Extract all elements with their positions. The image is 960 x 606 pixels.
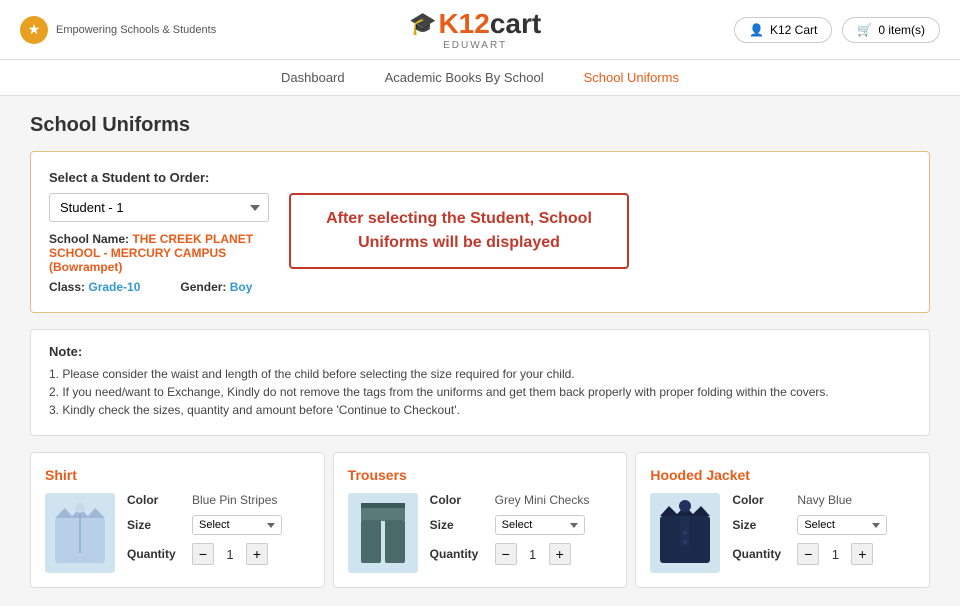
school-info: School Name: THE CREEK PLANET SCHOOL - M… <box>49 232 269 294</box>
logo-k12: K12 <box>438 8 489 39</box>
cart-icon: 🛒 <box>857 23 872 37</box>
jacket-qty-value: 1 <box>825 547 845 562</box>
logo-cart: cart <box>490 8 541 39</box>
cart-button-label: 0 item(s) <box>878 23 925 37</box>
trousers-color-label: Color <box>430 493 485 507</box>
shirt-inner: Color Blue Pin Stripes Size Select SMLXL… <box>45 493 310 573</box>
shirt-qty-plus[interactable]: + <box>246 543 268 565</box>
jacket-size-label: Size <box>732 518 787 532</box>
main-nav: Dashboard Academic Books By School Schoo… <box>0 60 960 96</box>
trousers-image <box>348 493 418 573</box>
school-class-gender-row: Class: Grade-10 Gender: Boy <box>49 280 269 294</box>
select-student-label: Select a Student to Order: <box>49 170 911 185</box>
jacket-qty-plus[interactable]: + <box>851 543 873 565</box>
gender-label: Gender: <box>180 280 226 294</box>
trousers-size-select[interactable]: Select SMLXL <box>495 515 585 535</box>
products-row: Shirt Color Blue Pin Stripes <box>30 452 930 588</box>
trousers-qty-plus[interactable]: + <box>549 543 571 565</box>
gender-value: Boy <box>230 280 253 294</box>
header-logo-area: ★ Empowering Schools & Students <box>20 16 216 44</box>
page-title: School Uniforms <box>30 114 930 137</box>
trousers-color-value: Grey Mini Checks <box>495 493 590 507</box>
shirt-size-row: Size Select SMLXL <box>127 515 310 535</box>
jacket-color-label: Color <box>732 493 787 507</box>
account-button[interactable]: 👤 K12 Cart <box>734 17 832 43</box>
trousers-details: Color Grey Mini Checks Size Select SMLXL… <box>430 493 613 573</box>
jacket-size-row: Size Select SMLXL <box>732 515 915 535</box>
trousers-qty-control: − 1 + <box>495 543 571 565</box>
jacket-qty-row: Quantity − 1 + <box>732 543 915 565</box>
note-item-1: 1. Please consider the waist and length … <box>49 367 911 381</box>
jacket-image <box>650 493 720 573</box>
select-student-card: Select a Student to Order: Student - 1 S… <box>30 151 930 313</box>
logo-text: K12cart <box>438 8 541 40</box>
trousers-color-row: Color Grey Mini Checks <box>430 493 613 507</box>
jacket-color-row: Color Navy Blue <box>732 493 915 507</box>
trousers-qty-row: Quantity − 1 + <box>430 543 613 565</box>
shirt-color-label: Color <box>127 493 182 507</box>
jacket-color-value: Navy Blue <box>797 493 852 507</box>
jacket-size-select[interactable]: Select SMLXL <box>797 515 887 535</box>
shirt-qty-control: − 1 + <box>192 543 268 565</box>
class-label: Class: <box>49 280 85 294</box>
header: ★ Empowering Schools & Students 🎓 K12car… <box>0 0 960 60</box>
shirt-title: Shirt <box>45 467 310 483</box>
shirt-size-label: Size <box>127 518 182 532</box>
product-shirt: Shirt Color Blue Pin Stripes <box>30 452 325 588</box>
nav-school-uniforms[interactable]: School Uniforms <box>584 70 679 85</box>
user-icon: 👤 <box>749 23 764 37</box>
trousers-qty-minus[interactable]: − <box>495 543 517 565</box>
trousers-size-label: Size <box>430 518 485 532</box>
jacket-qty-label: Quantity <box>732 547 787 561</box>
notes-card: Note: 1. Please consider the waist and l… <box>30 329 930 436</box>
page-content: School Uniforms Select a Student to Orde… <box>0 96 960 606</box>
header-center: 🎓 K12cart EDUWART <box>409 8 541 51</box>
shirt-size-select[interactable]: Select SMLXL <box>192 515 282 535</box>
cart-button[interactable]: 🛒 0 item(s) <box>842 17 940 43</box>
logo-sub: EDUWART <box>443 40 507 51</box>
school-name-label: School Name: <box>49 232 129 246</box>
product-trousers: Trousers Color Grey Mini Checks <box>333 452 628 588</box>
jacket-details: Color Navy Blue Size Select SMLXL Quanti… <box>732 493 915 573</box>
note-item-2: 2. If you need/want to Exchange, Kindly … <box>49 385 911 399</box>
school-info-row: School Name: THE CREEK PLANET SCHOOL - M… <box>49 232 269 274</box>
product-jacket: Hooded Jacket Color Navy Blue <box>635 452 930 588</box>
tooltip-box: After selecting the Student, School Unif… <box>289 193 629 269</box>
student-select[interactable]: Student - 1 Student - 2 Student - 3 <box>49 193 269 222</box>
header-right: 👤 K12 Cart 🛒 0 item(s) <box>734 17 940 43</box>
shirt-qty-label: Quantity <box>127 547 182 561</box>
trousers-qty-value: 1 <box>523 547 543 562</box>
trousers-size-row: Size Select SMLXL <box>430 515 613 535</box>
notes-title: Note: <box>49 344 911 359</box>
shirt-qty-minus[interactable]: − <box>192 543 214 565</box>
jacket-title: Hooded Jacket <box>650 467 915 483</box>
trousers-title: Trousers <box>348 467 613 483</box>
trousers-inner: Color Grey Mini Checks Size Select SMLXL… <box>348 493 613 573</box>
shirt-qty-value: 1 <box>220 547 240 562</box>
trousers-qty-label: Quantity <box>430 547 485 561</box>
shirt-color-value: Blue Pin Stripes <box>192 493 277 507</box>
jacket-inner: Color Navy Blue Size Select SMLXL Quanti… <box>650 493 915 573</box>
student-select-wrap: Student - 1 Student - 2 Student - 3 Scho… <box>49 193 269 294</box>
jacket-qty-control: − 1 + <box>797 543 873 565</box>
shirt-color-row: Color Blue Pin Stripes <box>127 493 310 507</box>
student-select-row: Student - 1 Student - 2 Student - 3 Scho… <box>49 193 911 294</box>
shirt-details: Color Blue Pin Stripes Size Select SMLXL… <box>127 493 310 573</box>
shirt-qty-row: Quantity − 1 + <box>127 543 310 565</box>
jacket-qty-minus[interactable]: − <box>797 543 819 565</box>
nav-dashboard[interactable]: Dashboard <box>281 70 345 85</box>
nav-academic-books[interactable]: Academic Books By School <box>385 70 544 85</box>
shirt-image <box>45 493 115 573</box>
header-tagline: Empowering Schools & Students <box>56 24 216 36</box>
notes-list: 1. Please consider the waist and length … <box>49 367 911 417</box>
class-value: Grade-10 <box>88 280 140 294</box>
logo-badge-icon: ★ <box>20 16 48 44</box>
account-button-label: K12 Cart <box>770 23 817 37</box>
note-item-3: 3. Kindly check the sizes, quantity and … <box>49 403 911 417</box>
